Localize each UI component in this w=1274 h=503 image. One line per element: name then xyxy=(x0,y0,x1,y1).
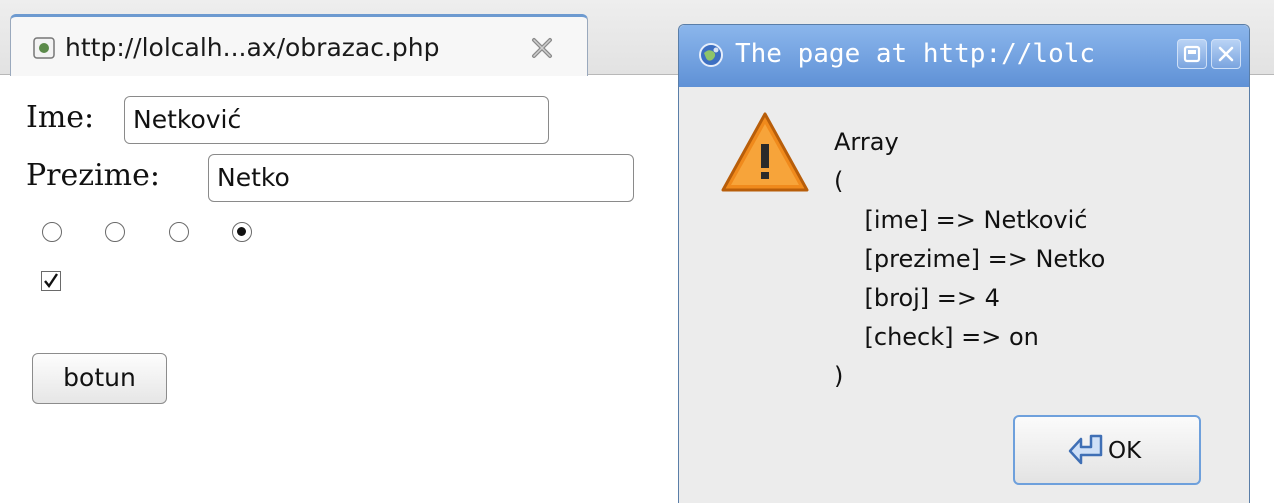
dialog-titlebar[interactable]: The page at http://lolc xyxy=(679,25,1249,87)
radio-3[interactable] xyxy=(169,222,189,242)
check-checkbox[interactable] xyxy=(41,271,61,291)
page-icon xyxy=(33,37,55,59)
radio-2[interactable] xyxy=(105,222,125,242)
close-icon xyxy=(1218,46,1234,62)
enter-arrow-icon xyxy=(1068,434,1103,465)
browser-tab[interactable]: http://lolcalh...ax/obrazac.php xyxy=(10,14,588,76)
close-tab-icon[interactable] xyxy=(529,35,555,61)
close-dialog-button[interactable] xyxy=(1211,39,1241,69)
ime-row: Ime: xyxy=(26,100,94,135)
message-line: ( xyxy=(834,167,844,195)
maximize-icon xyxy=(1183,45,1201,63)
message-line: [broj] => 4 xyxy=(834,284,1000,312)
message-line: ) xyxy=(834,362,844,390)
dialog-title: The page at http://lolc xyxy=(735,39,1096,69)
botun-button[interactable]: botun xyxy=(32,353,167,404)
ok-label: OK xyxy=(1108,438,1142,464)
globe-icon xyxy=(699,43,723,67)
ok-button[interactable]: OK xyxy=(1013,415,1201,485)
prezime-input[interactable]: Netko xyxy=(208,154,634,202)
tab-title: http://lolcalh...ax/obrazac.php xyxy=(65,33,440,62)
warning-icon xyxy=(721,112,809,192)
message-line: Array xyxy=(834,128,899,156)
ime-label: Ime: xyxy=(26,100,95,135)
radio-1[interactable] xyxy=(42,222,62,242)
prezime-row: Prezime: xyxy=(26,158,160,193)
prezime-label: Prezime: xyxy=(26,158,160,193)
maximize-button[interactable] xyxy=(1177,39,1207,69)
ime-input[interactable]: Netković xyxy=(124,96,549,144)
checkmark-icon xyxy=(44,273,58,289)
dialog-message: Array ( [ime] => Netković [prezime] => N… xyxy=(834,123,1105,396)
message-line: [prezime] => Netko xyxy=(834,245,1106,273)
alert-dialog: The page at http://lolc Array ( [ime] =>… xyxy=(678,24,1250,503)
message-line: [check] => on xyxy=(834,323,1039,351)
message-line: [ime] => Netković xyxy=(834,206,1088,234)
radio-4[interactable] xyxy=(232,222,252,242)
